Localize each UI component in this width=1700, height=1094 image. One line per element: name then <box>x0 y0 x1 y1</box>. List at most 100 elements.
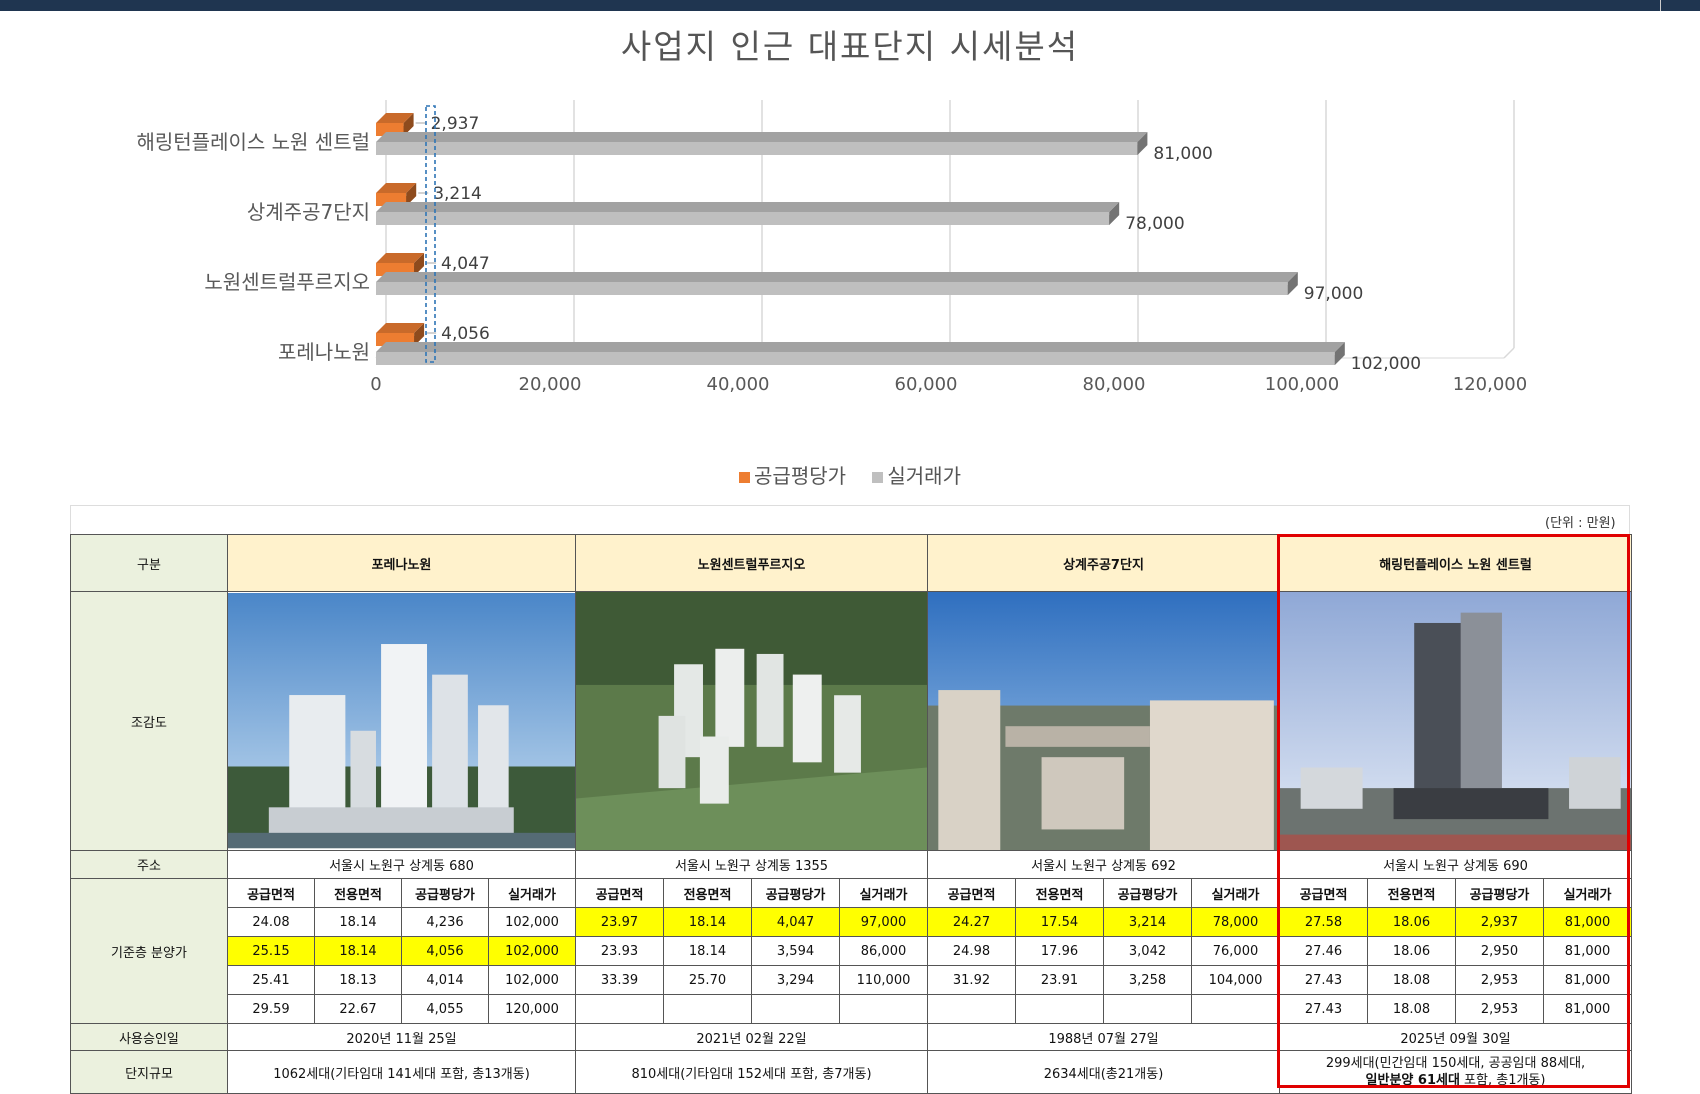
price-cell: 18.08 <box>1367 994 1456 1025</box>
data-label-actual: 78,000 <box>1125 214 1184 234</box>
price-cell: 76,000 <box>1191 936 1280 967</box>
sub-header-cell: 공급면적 <box>927 878 1016 909</box>
price-cell: 24.98 <box>927 936 1016 967</box>
price-cell: 25.70 <box>663 965 752 996</box>
x-tick-label: 100,000 <box>1265 374 1339 395</box>
data-label-supply: 4,047 <box>441 254 490 274</box>
legend-swatch-supply <box>739 472 751 483</box>
sub-header-cell: 공급면적 <box>1279 878 1368 909</box>
chart-legend: 공급평당가 실거래가 <box>0 460 1700 489</box>
data-label-supply: 4,056 <box>441 324 490 344</box>
price-cell: 17.54 <box>1015 907 1104 938</box>
price-cell: 81,000 <box>1543 936 1632 967</box>
price-cell: 3,258 <box>1103 965 1192 996</box>
scale-cell: 810세대(기타임대 152세대 포함, 총7개동) <box>575 1050 928 1094</box>
price-cell: 4,047 <box>751 907 840 938</box>
sub-header-cell: 전용면적 <box>314 878 402 909</box>
price-cell <box>1103 994 1192 1025</box>
sub-header-cell: 실거래가 <box>839 878 928 909</box>
scale-tail: 포함, 총1개동) <box>1459 1073 1546 1089</box>
price-cell: 25.15 <box>227 936 315 967</box>
x-tick-label: 80,000 <box>1083 374 1146 395</box>
approval-cell: 2025년 09월 30일 <box>1279 1023 1632 1052</box>
complex-header: 포레나노원 <box>227 534 576 592</box>
chart-title: 사업지 인근 대표단지 시세분석 <box>620 27 1080 66</box>
sub-header-cell: 실거래가 <box>1543 878 1632 909</box>
bar-actual <box>376 142 1138 155</box>
price-cell <box>839 994 928 1025</box>
price-row: 25.41 18.13 4,014 102,000 33.39 25.70 3,294 110… <box>71 965 1632 996</box>
bar-actual-cap <box>376 342 1345 352</box>
price-cell: 3,594 <box>751 936 840 967</box>
complex-header: 해링턴플레이스 노원 센트럴 <box>1279 534 1632 592</box>
scale-general-sale: 일반분양 61세대 <box>1365 1073 1460 1089</box>
highrise-render-image <box>1280 592 1631 850</box>
data-label-actual: 97,000 <box>1304 284 1363 304</box>
price-cell: 4,055 <box>401 994 489 1025</box>
price-cell: 18.08 <box>1367 965 1456 996</box>
price-cell: 17.96 <box>1015 936 1104 967</box>
price-cell: 4,056 <box>401 936 489 967</box>
row-header-scale: 단지규모 <box>70 1050 228 1094</box>
sub-header-cell: 실거래가 <box>488 878 576 909</box>
scale-cell: 2634세대(총21개동) <box>927 1050 1280 1094</box>
window-top-bar-corner <box>1660 0 1700 11</box>
price-cell <box>751 994 840 1025</box>
sub-header-cell: 공급면적 <box>227 878 315 909</box>
price-cell: 18.14 <box>314 907 402 938</box>
category-label: 노원센트럴푸르지오 <box>204 270 370 294</box>
price-cell: 23.91 <box>1015 965 1104 996</box>
x-tick-label: 0 <box>370 374 381 395</box>
sub-header-cell: 전용면적 <box>1367 878 1456 909</box>
price-row: 29.59 22.67 4,055 120,000 27.43 18.08 2,953 81,… <box>71 994 1632 1025</box>
data-label-supply: 2,937 <box>431 114 480 134</box>
bar-actual-cap <box>376 272 1298 282</box>
apartment-photo-image <box>928 592 1279 850</box>
row-header-address: 주소 <box>70 850 228 880</box>
category-label: 해링턴플레이스 노원 센트럴 <box>136 130 370 154</box>
price-cell: 33.39 <box>575 965 664 996</box>
x-tick-label: 40,000 <box>707 374 770 395</box>
legend-label-supply: 공급평당가 <box>754 464 847 488</box>
category-label: 상계주공7단지 <box>247 200 370 224</box>
sub-header-cell: 공급평당가 <box>1455 878 1544 909</box>
legend-label-actual: 실거래가 <box>887 464 961 488</box>
rendering-cell <box>575 590 928 852</box>
price-cell <box>927 994 1016 1025</box>
header-row: 구분 포레나노원 노원센트럴푸르지오 상계주공7단지 해링턴플레이스 노원 센트럴 <box>70 534 1632 592</box>
price-cell: 27.46 <box>1279 936 1368 967</box>
address-cell: 서울시 노원구 상계동 690 <box>1279 850 1632 880</box>
price-cell: 22.67 <box>314 994 402 1025</box>
legend-item-actual: 실거래가 <box>872 464 961 488</box>
price-cell: 81,000 <box>1543 907 1632 938</box>
price-cell: 102,000 <box>488 965 576 996</box>
legend-item-supply: 공급평당가 <box>739 464 846 488</box>
approval-cell: 2021년 02월 22일 <box>575 1023 928 1052</box>
price-cell <box>663 994 752 1025</box>
sub-header-cell: 공급면적 <box>575 878 664 909</box>
approval-row: 사용승인일 2020년 11월 25일 2021년 02월 22일 1988년 07월… <box>70 1023 1632 1052</box>
gridline-depth <box>1503 347 1515 359</box>
x-tick-label: 120,000 <box>1453 374 1527 395</box>
row-header-category: 구분 <box>70 534 228 592</box>
window-top-bar <box>0 0 1700 11</box>
price-cell <box>1015 994 1104 1025</box>
price-cell: 3,294 <box>751 965 840 996</box>
sub-header-cell: 공급평당가 <box>751 878 840 909</box>
rendering-cell <box>1279 590 1632 852</box>
price-cell: 97,000 <box>839 907 928 938</box>
price-cell: 18.14 <box>663 936 752 967</box>
sub-header-cell: 공급평당가 <box>1103 878 1192 909</box>
price-cell: 2,950 <box>1455 936 1544 967</box>
price-cell: 81,000 <box>1543 994 1632 1025</box>
price-cell: 18.06 <box>1367 936 1456 967</box>
price-cell: 110,000 <box>839 965 928 996</box>
data-label-actual: 81,000 <box>1153 144 1212 164</box>
scale-line1: 299세대(민간임대 150세대, 공공임대 88세대, <box>1325 1056 1586 1072</box>
data-label-supply: 3,214 <box>433 184 482 204</box>
approval-cell: 2020년 11월 25일 <box>227 1023 576 1052</box>
bar-actual <box>376 282 1288 295</box>
price-cell: 29.59 <box>227 994 315 1025</box>
aerial-complex-image <box>576 592 927 850</box>
x-tick-label: 60,000 <box>895 374 958 395</box>
